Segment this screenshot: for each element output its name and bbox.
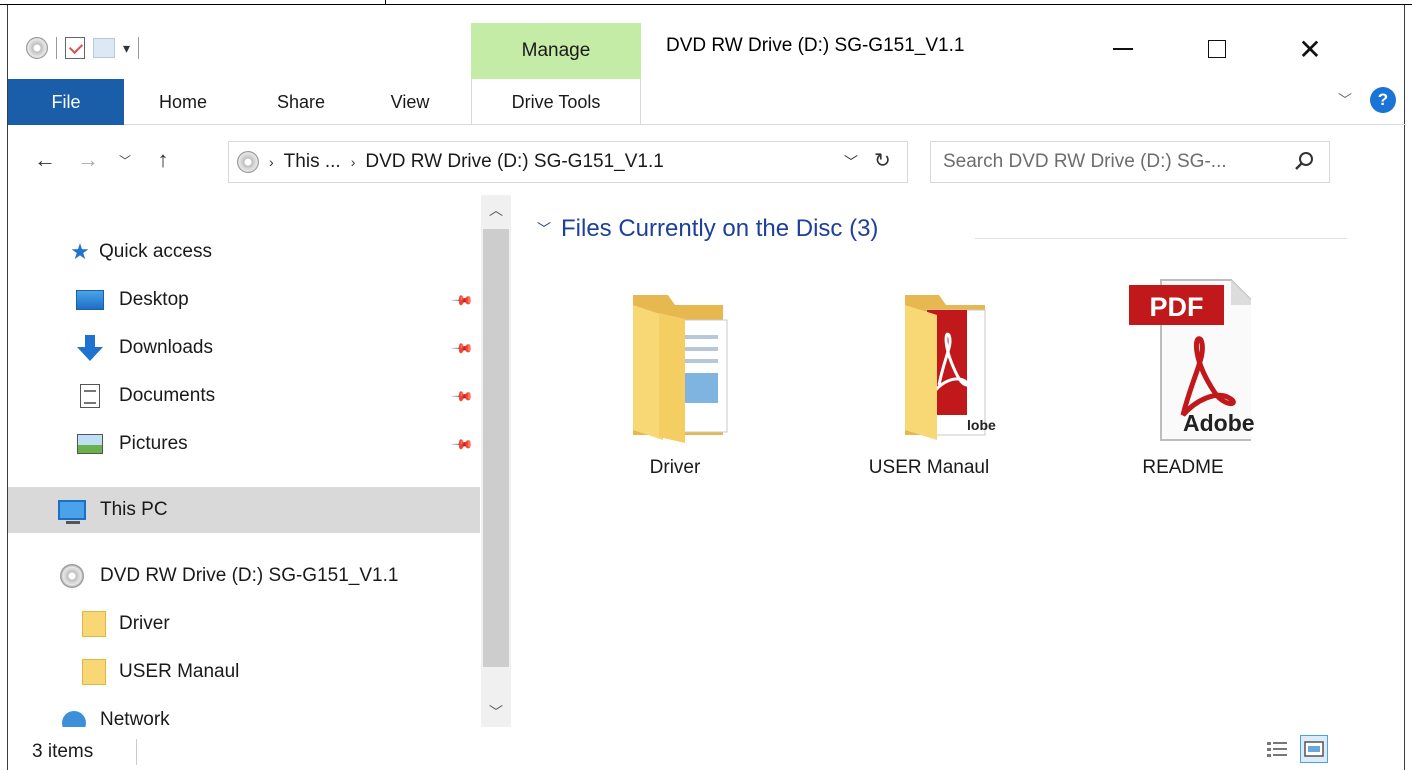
- file-tile-readme[interactable]: PDF Adobe README: [1083, 275, 1283, 485]
- file-tile-driver[interactable]: Driver: [575, 275, 775, 485]
- sidebar-item-quick-access[interactable]: ★ Quick access: [8, 229, 480, 275]
- pin-icon[interactable]: 📌: [451, 336, 475, 360]
- sidebar-item-downloads[interactable]: Downloads 📌: [8, 325, 480, 371]
- adobe-logo-text: Adobe: [1183, 410, 1255, 436]
- large-icons-view-button[interactable]: [1300, 735, 1328, 763]
- maximize-icon: [1208, 40, 1226, 58]
- file-view: ﹀ Files Currently on the Disc (3) Driver: [511, 195, 1406, 727]
- collapse-chevron-icon[interactable]: ﹀: [537, 219, 551, 239]
- star-icon: ★: [70, 239, 90, 264]
- search-input[interactable]: Search DVD RW Drive (D:) SG-...: [930, 141, 1330, 183]
- expand-ribbon-icon[interactable]: ﹀: [1338, 90, 1352, 110]
- maximize-button[interactable]: [1197, 29, 1237, 69]
- folder-icon: [82, 611, 106, 637]
- tab-share[interactable]: Share: [264, 79, 338, 125]
- details-view-icon: [1267, 742, 1287, 757]
- scroll-up-icon[interactable]: ︿: [481, 195, 511, 225]
- breadcrumb-separator-icon[interactable]: ›: [269, 154, 274, 170]
- sidebar-item-pictures[interactable]: Pictures 📌: [8, 421, 480, 467]
- back-button[interactable]: ←: [30, 143, 60, 177]
- file-explorer-window: ▾ Manage DVD RW Drive (D:) SG-G151_V1.1 …: [7, 5, 1406, 770]
- file-tile-user-manual[interactable]: lobe USER Manaul: [829, 275, 1029, 485]
- sidebar-item-network[interactable]: Network: [8, 709, 480, 727]
- properties-icon[interactable]: [65, 37, 85, 59]
- file-name: USER Manaul: [868, 457, 990, 478]
- title-bar: ▾ Manage DVD RW Drive (D:) SG-G151_V1.1 …: [8, 23, 1406, 79]
- item-count: 3 items: [32, 741, 94, 762]
- refresh-icon[interactable]: ↻: [874, 148, 891, 173]
- help-icon[interactable]: ?: [1370, 87, 1396, 113]
- computer-icon: [58, 500, 86, 524]
- back-arrow-icon: ←: [34, 147, 56, 172]
- pin-icon[interactable]: 📌: [451, 432, 475, 456]
- new-folder-icon[interactable]: [93, 38, 115, 58]
- quick-access-toolbar: ▾: [26, 33, 140, 63]
- ribbon-tabs: File Home Share View Drive Tools ﹀ ?: [8, 79, 1406, 125]
- close-button[interactable]: ✕: [1290, 29, 1330, 69]
- search-placeholder: Search DVD RW Drive (D:) SG-...: [943, 151, 1227, 172]
- recent-locations-button[interactable]: ﹀: [110, 143, 140, 177]
- up-button[interactable]: ↑: [148, 143, 178, 177]
- tab-drive-tools[interactable]: Drive Tools: [471, 79, 641, 125]
- forward-button[interactable]: →: [73, 143, 103, 177]
- drive-icon: [237, 151, 259, 173]
- sidebar-item-driver[interactable]: Driver: [8, 601, 480, 647]
- tab-file[interactable]: File: [8, 79, 124, 125]
- close-icon: ✕: [1298, 33, 1322, 65]
- manage-contextual-tab[interactable]: Manage: [471, 23, 641, 79]
- group-divider: [975, 238, 1347, 239]
- pictures-icon: [77, 434, 103, 454]
- file-name: README: [1142, 457, 1224, 478]
- sidebar-item-desktop[interactable]: Desktop 📌: [8, 277, 480, 323]
- sidebar-scrollbar[interactable]: ︿ ﹀: [481, 195, 511, 727]
- scroll-thumb[interactable]: [483, 229, 509, 667]
- details-view-button[interactable]: [1263, 735, 1291, 763]
- address-dropdown-icon[interactable]: ﹀: [844, 152, 858, 172]
- tab-view[interactable]: View: [378, 79, 442, 125]
- sidebar-item-documents[interactable]: Documents 📌: [8, 373, 480, 419]
- sidebar-item-user-manual[interactable]: USER Manaul: [8, 649, 480, 695]
- network-icon: [62, 711, 86, 727]
- drive-icon[interactable]: [26, 37, 48, 59]
- up-arrow-icon: ↑: [157, 147, 169, 172]
- navigation-bar: ← → ﹀ ↑ › This ... › DVD RW Drive (D:) S…: [8, 133, 1406, 191]
- downloads-icon: [77, 335, 103, 361]
- pin-icon[interactable]: 📌: [451, 384, 475, 408]
- folder-icon: [633, 295, 728, 443]
- file-name: Driver: [649, 457, 701, 478]
- breadcrumb-drive[interactable]: DVD RW Drive (D:) SG-G151_V1.1: [365, 151, 663, 173]
- group-title: Files Currently on the Disc (3): [561, 215, 879, 242]
- sidebar-item-this-pc[interactable]: This PC: [8, 487, 480, 533]
- documents-icon: [80, 384, 100, 408]
- desktop-icon: [76, 290, 104, 310]
- tab-home[interactable]: Home: [146, 79, 220, 125]
- forward-arrow-icon: →: [77, 147, 99, 172]
- breadcrumb-separator-icon[interactable]: ›: [351, 154, 356, 170]
- minimize-button[interactable]: [1103, 29, 1143, 69]
- breadcrumb-this-pc[interactable]: This ...: [284, 151, 341, 173]
- folder-pdf-icon: lobe: [905, 295, 996, 440]
- minimize-icon: [1113, 48, 1133, 50]
- sidebar-item-dvd-drive[interactable]: DVD RW Drive (D:) SG-G151_V1.1: [8, 553, 480, 599]
- address-bar[interactable]: › This ... › DVD RW Drive (D:) SG-G151_V…: [228, 141, 908, 183]
- navigation-pane: ★ Quick access Desktop 📌 Downloads 📌 Doc…: [8, 195, 511, 727]
- svg-text:lobe: lobe: [967, 417, 996, 433]
- scroll-down-icon[interactable]: ﹀: [481, 697, 511, 727]
- status-bar: 3 items: [8, 733, 1406, 770]
- large-icons-view-icon: [1304, 741, 1324, 757]
- pin-icon[interactable]: 📌: [451, 288, 475, 312]
- window-title: DVD RW Drive (D:) SG-G151_V1.1: [666, 35, 965, 56]
- search-icon: [1295, 152, 1313, 170]
- chevron-down-icon: ﹀: [118, 153, 131, 168]
- folder-icon: [82, 659, 106, 685]
- pdf-badge: PDF: [1149, 291, 1204, 322]
- group-header[interactable]: ﹀ Files Currently on the Disc (3): [537, 215, 878, 243]
- dvd-drive-icon: [60, 564, 84, 588]
- customize-toolbar-icon[interactable]: ▾: [123, 40, 130, 57]
